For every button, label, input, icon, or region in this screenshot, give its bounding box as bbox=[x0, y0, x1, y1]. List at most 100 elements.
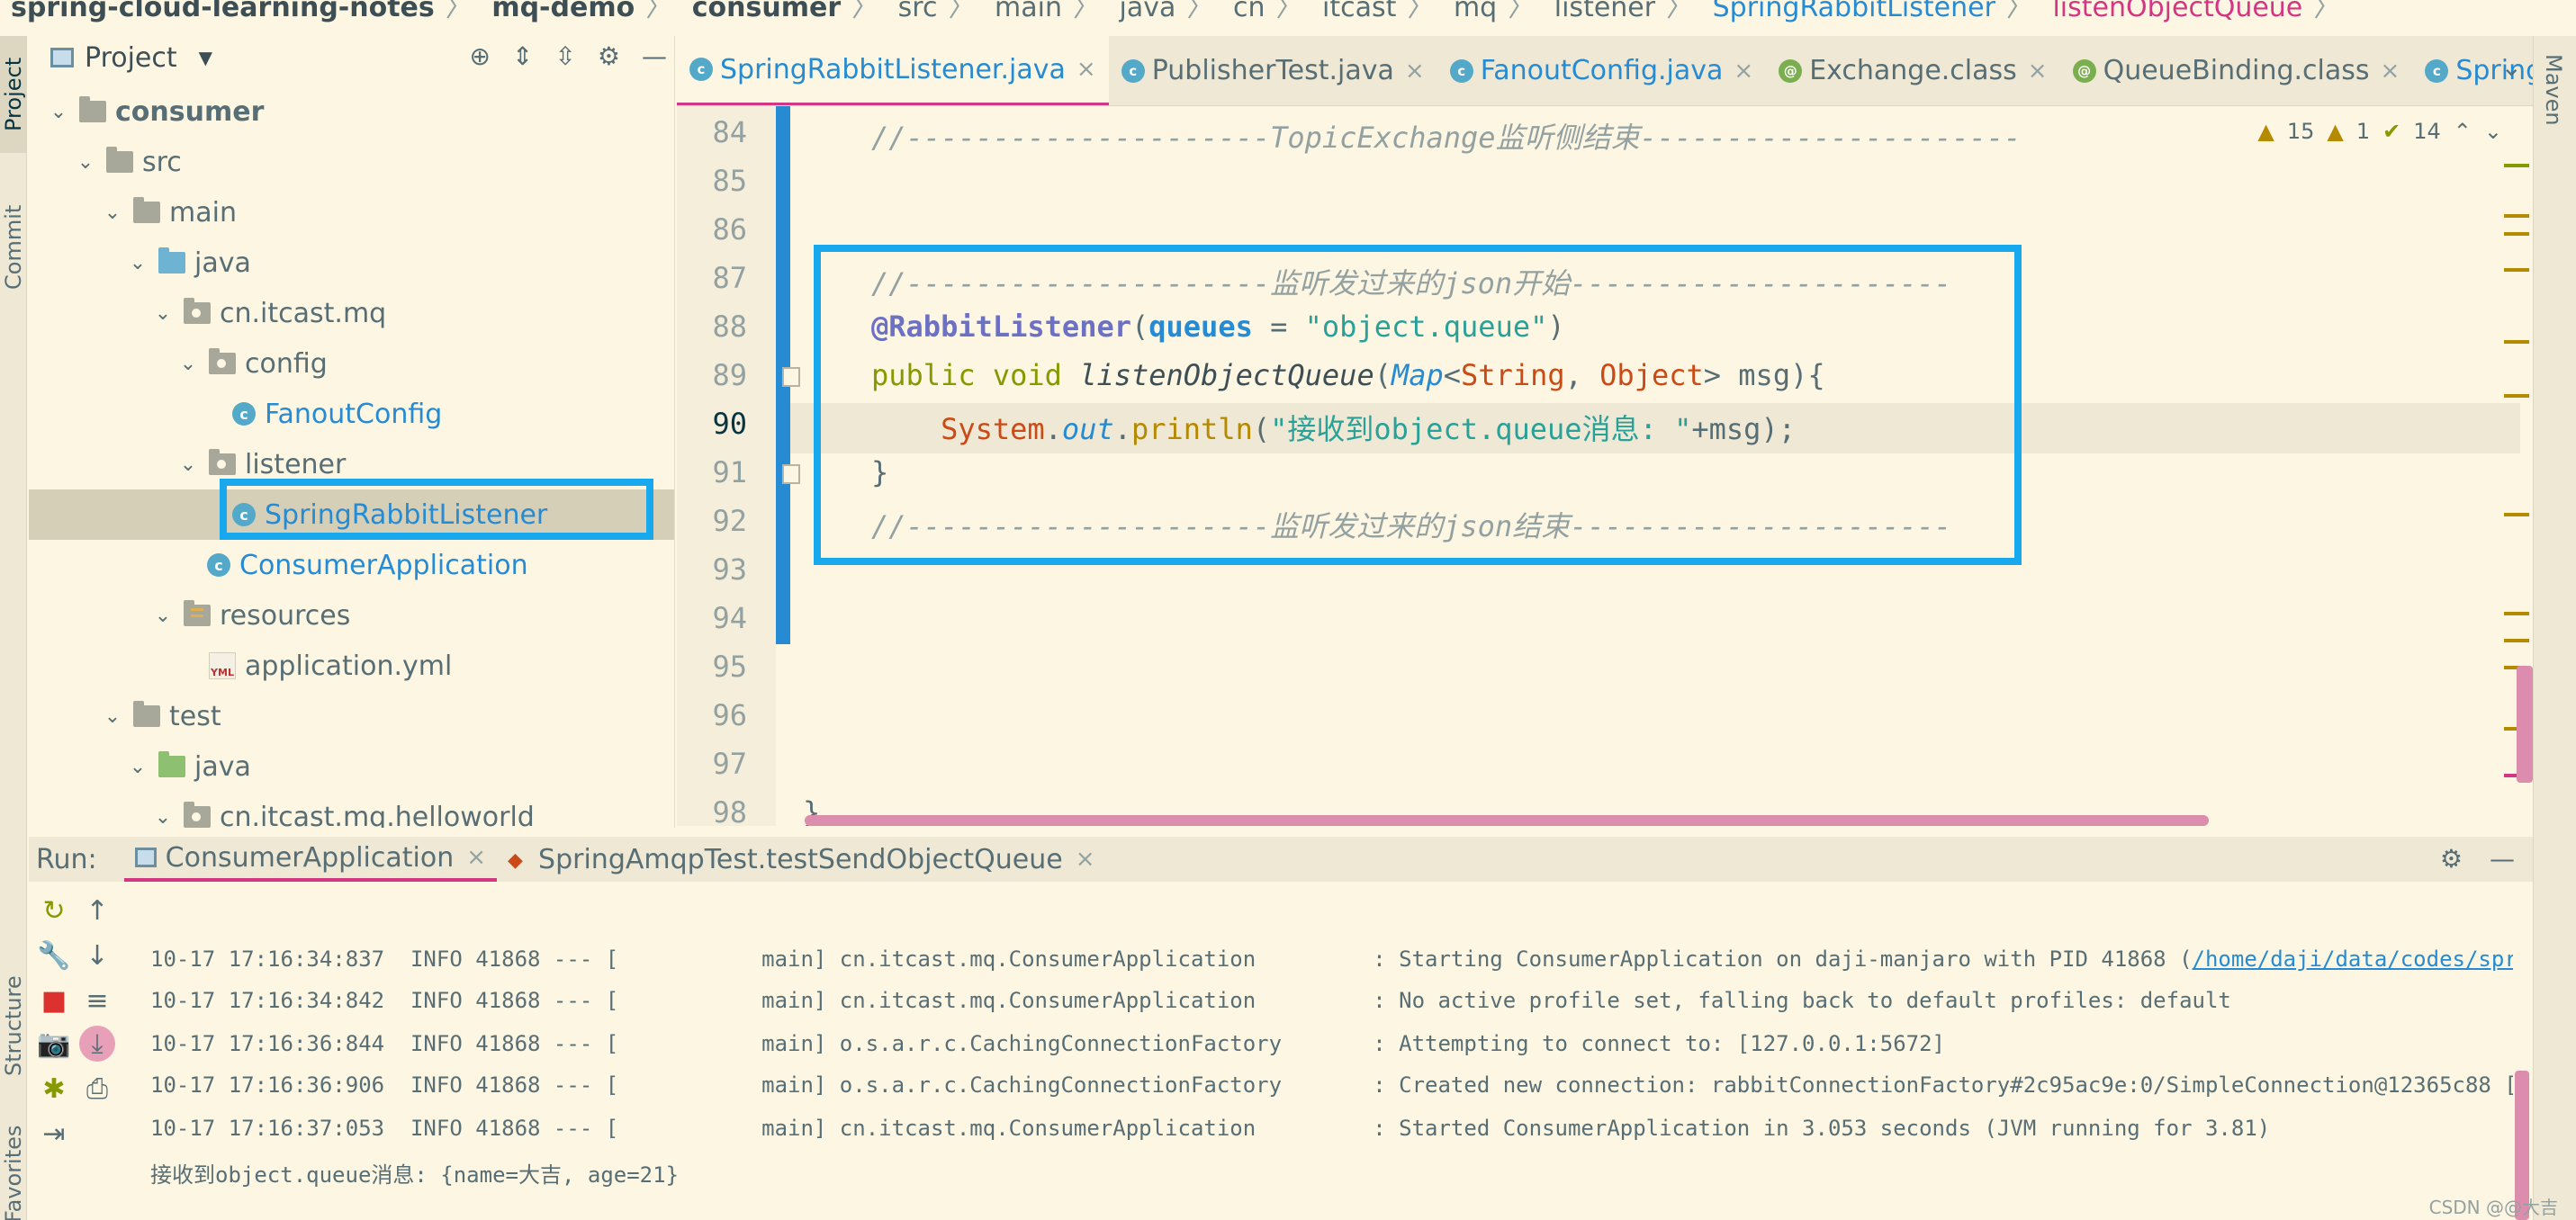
project-panel-toolbar: ⊕ ⇕ ⇳ ⚙ — bbox=[469, 41, 667, 71]
tree-item-cn-itcast-mq-helloworld[interactable]: ⌄ cn.itcast.mq.helloworld bbox=[29, 792, 674, 829]
tree-item-resources[interactable]: ⌄ resources bbox=[29, 590, 674, 641]
breadcrumb-item[interactable]: cn bbox=[1233, 0, 1265, 23]
chevron-down-icon[interactable]: ⌄ bbox=[74, 151, 97, 174]
breadcrumb-item[interactable]: spring-cloud-learning-notes bbox=[11, 0, 435, 23]
console-line: 10-17 17:16:37:053 INFO 41868 --- [ main… bbox=[150, 1116, 2271, 1141]
chevron-down-icon[interactable]: ⌄ bbox=[151, 806, 175, 829]
chevron-down-icon[interactable]: ⌄ bbox=[101, 705, 124, 728]
editor-tab-fanoutconfig[interactable]: c FanoutConfig.java × bbox=[1437, 36, 1766, 105]
tool-window-tab-favorites[interactable]: Favorites bbox=[0, 1107, 27, 1220]
editor-tab-publishertest[interactable]: c PublisherTest.java × bbox=[1109, 36, 1437, 105]
soft-wrap-icon[interactable]: ≡ bbox=[79, 982, 115, 1018]
console-output[interactable]: 10-17 17:16:34:837 INFO 41868 --- [ main… bbox=[119, 882, 2513, 1220]
run-tab-consumerapplication[interactable]: ConsumerApplication × bbox=[123, 837, 498, 882]
editor-tab-exchange[interactable]: @ Exchange.class × bbox=[1766, 36, 2059, 105]
breadcrumb-item[interactable]: consumer bbox=[692, 0, 841, 23]
expand-all-icon[interactable]: ⇕ bbox=[512, 41, 533, 71]
tree-item-cn-itcast-mq[interactable]: ⌄ cn.itcast.mq bbox=[29, 288, 674, 338]
tree-item-application-yml[interactable]: YML application.yml bbox=[29, 641, 674, 691]
breadcrumb-item[interactable]: main bbox=[995, 0, 1062, 23]
breadcrumb-item[interactable]: mq-demo bbox=[491, 0, 635, 23]
stripe-mark[interactable] bbox=[2504, 164, 2529, 167]
stripe-mark[interactable] bbox=[2504, 612, 2529, 615]
tree-item-src[interactable]: ⌄ src bbox=[29, 137, 674, 187]
stripe-mark[interactable] bbox=[2504, 513, 2529, 516]
arrow-up-icon[interactable]: ↑ bbox=[79, 893, 115, 928]
tree-item-main[interactable]: ⌄ main bbox=[29, 187, 674, 238]
tree-item-fanoutconfig[interactable]: c FanoutConfig bbox=[29, 389, 674, 439]
chevron-down-icon[interactable]: ⌄ bbox=[47, 101, 70, 123]
chevron-down-icon[interactable]: ⌄ bbox=[126, 756, 149, 778]
hide-icon[interactable]: — bbox=[2490, 844, 2515, 874]
close-icon[interactable]: × bbox=[2028, 58, 2048, 85]
run-panel-header: Run: ConsumerApplication × ◆ SpringAmqpT… bbox=[29, 837, 2533, 882]
tool-window-tab-commit[interactable]: Commit bbox=[0, 180, 27, 315]
stripe-mark[interactable] bbox=[2504, 232, 2529, 236]
stop-icon[interactable]: ■ bbox=[36, 982, 72, 1018]
close-icon[interactable]: × bbox=[1405, 58, 1425, 85]
exit-icon[interactable]: ⇥ bbox=[36, 1116, 72, 1152]
tool-window-tab-structure[interactable]: Structure bbox=[0, 945, 27, 1107]
editor-tab-queuebinding[interactable]: @ QueueBinding.class × bbox=[2060, 36, 2413, 105]
chevron-down-icon[interactable]: ⌄ bbox=[2501, 52, 2522, 82]
stripe-mark[interactable] bbox=[2504, 394, 2529, 398]
arrow-down-icon[interactable]: ↓ bbox=[79, 937, 115, 973]
scroll-to-end-icon[interactable]: ⤓ bbox=[79, 1026, 115, 1062]
chevron-up-icon[interactable]: ⌃ bbox=[2454, 119, 2472, 144]
fold-icon[interactable] bbox=[782, 367, 800, 387]
horizontal-scrollbar[interactable] bbox=[805, 815, 2209, 826]
chevron-down-icon[interactable]: ⌄ bbox=[176, 353, 200, 375]
stripe-mark[interactable] bbox=[2504, 268, 2529, 272]
hide-icon[interactable]: — bbox=[642, 41, 667, 71]
tree-item-test-java[interactable]: ⌄ java bbox=[29, 741, 674, 792]
locate-icon[interactable]: ⊕ bbox=[469, 41, 490, 71]
tree-item-test[interactable]: ⌄ test bbox=[29, 691, 674, 741]
breadcrumb-item[interactable]: src bbox=[898, 0, 938, 23]
tree-item-consumerapplication[interactable]: c ConsumerApplication bbox=[29, 540, 674, 590]
tree-item-label: java bbox=[194, 247, 251, 279]
tool-window-tab-project[interactable]: Project bbox=[0, 36, 27, 153]
print-icon[interactable]: ⎙ bbox=[79, 1071, 115, 1107]
tree-item-config[interactable]: ⌄ config bbox=[29, 338, 674, 389]
chevron-down-icon[interactable]: ⌄ bbox=[101, 202, 124, 224]
inspection-widget[interactable]: ▲ 15 ▲ 1 ✔ 14 ⌃ ⌄ bbox=[2257, 119, 2502, 144]
close-icon[interactable]: × bbox=[1076, 56, 1096, 83]
stripe-mark[interactable] bbox=[2504, 639, 2529, 642]
line-number: 97 bbox=[712, 747, 747, 781]
collapse-all-icon[interactable]: ⇳ bbox=[554, 41, 575, 71]
breadcrumb-item[interactable]: SpringRabbitListener bbox=[1713, 0, 1995, 23]
package-icon bbox=[184, 298, 211, 324]
tree-item-java[interactable]: ⌄ java bbox=[29, 238, 674, 288]
run-tab-springamqptest[interactable]: ◆ SpringAmqpTest.testSendObjectQueue × bbox=[497, 837, 1105, 882]
gear-icon[interactable]: ⚙ bbox=[598, 41, 620, 71]
close-icon[interactable]: × bbox=[2381, 58, 2400, 85]
breadcrumb-item[interactable]: mq bbox=[1454, 0, 1497, 23]
vertical-scrollbar[interactable] bbox=[2517, 666, 2533, 783]
tree-item-consumer[interactable]: ⌄ consumer bbox=[29, 86, 674, 137]
stripe-mark[interactable] bbox=[2504, 340, 2529, 344]
chevron-down-icon[interactable]: ⌄ bbox=[151, 302, 175, 325]
editor-tab-springrabbitlistener[interactable]: c SpringRabbitListener.java × bbox=[677, 36, 1109, 105]
chevron-down-icon[interactable]: ⌄ bbox=[176, 453, 200, 476]
breadcrumb-item[interactable]: itcast bbox=[1322, 0, 1396, 23]
console-line: 10-17 17:16:34:842 INFO 41868 --- [ main… bbox=[150, 988, 2231, 1013]
close-icon[interactable]: × bbox=[1734, 58, 1753, 85]
breadcrumb-item[interactable]: listener bbox=[1554, 0, 1655, 23]
close-icon[interactable]: × bbox=[466, 844, 486, 871]
fold-icon[interactable] bbox=[782, 464, 800, 484]
rerun-icon[interactable]: ↻ bbox=[36, 893, 72, 928]
debug-icon[interactable]: ✱ bbox=[36, 1071, 72, 1107]
camera-icon[interactable]: 📷 bbox=[36, 1026, 72, 1062]
breadcrumb-item[interactable]: listenObjectQueue bbox=[2052, 0, 2302, 23]
stripe-mark[interactable] bbox=[2504, 214, 2529, 218]
chevron-down-icon[interactable]: ▼ bbox=[199, 47, 212, 68]
wrench-icon[interactable]: 🔧 bbox=[36, 937, 72, 973]
chevron-down-icon[interactable]: ⌄ bbox=[126, 252, 149, 274]
tool-window-tab-maven[interactable]: Maven bbox=[2541, 54, 2566, 126]
console-link[interactable]: /home/daji/data/codes/spring-cl bbox=[2193, 946, 2513, 972]
gear-icon[interactable]: ⚙ bbox=[2440, 844, 2463, 874]
breadcrumb-item[interactable]: java bbox=[1120, 0, 1176, 23]
run-panel-title: Run: bbox=[36, 843, 97, 875]
close-icon[interactable]: × bbox=[1076, 846, 1095, 873]
chevron-down-icon[interactable]: ⌄ bbox=[151, 605, 175, 627]
